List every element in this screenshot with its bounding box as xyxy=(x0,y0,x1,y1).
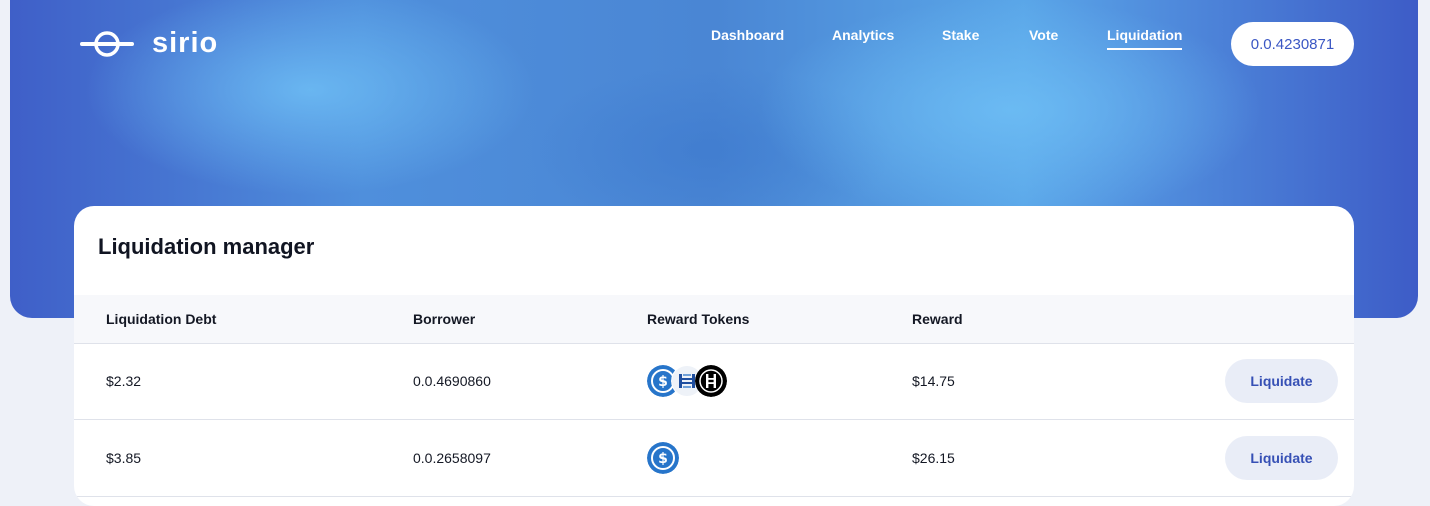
nav-dashboard[interactable]: Dashboard xyxy=(711,27,784,48)
nav-analytics[interactable]: Analytics xyxy=(832,27,894,48)
sirio-logo[interactable]: sirio xyxy=(80,27,218,60)
page-title: Liquidation manager xyxy=(98,234,315,259)
usdc-icon: $ xyxy=(647,442,679,474)
nav-stake[interactable]: Stake xyxy=(942,27,979,48)
column-header-debt: Liquidation Debt xyxy=(106,311,217,327)
liquidation-debt: $3.85 xyxy=(106,450,142,466)
nav-vote[interactable]: Vote xyxy=(1029,27,1058,48)
svg-text:$: $ xyxy=(658,451,668,467)
liquidate-button[interactable]: Liquidate xyxy=(1225,359,1338,403)
liquidation-manager-card: Liquidation manager Liquidation Debt Bor… xyxy=(74,206,1354,506)
reward-tokens: $ xyxy=(647,365,727,397)
column-header-borrower: Borrower xyxy=(413,311,476,327)
sirio-logo-icon xyxy=(80,30,134,57)
nav-liquidation[interactable]: Liquidation xyxy=(1107,27,1183,50)
liquidate-button[interactable]: Liquidate xyxy=(1225,436,1338,480)
borrower-id: 0.0.2658097 xyxy=(413,450,491,466)
borrower-id: 0.0.4690860 xyxy=(413,373,491,389)
svg-text:$: $ xyxy=(658,374,668,390)
column-header-reward-tokens: Reward Tokens xyxy=(647,311,750,327)
liquidation-debt: $2.32 xyxy=(106,373,142,389)
hbar-icon xyxy=(695,365,727,397)
account-button[interactable]: 0.0.4230871 xyxy=(1231,22,1354,66)
table-row: $2.32 0.0.4690860 $ $14.75 Liquidate xyxy=(74,343,1354,420)
reward-amount: $14.75 xyxy=(912,373,955,389)
table-row: $3.85 0.0.2658097 $ $26.15 Liquidate xyxy=(74,420,1354,497)
table-header: Liquidation Debt Borrower Reward Tokens … xyxy=(74,295,1354,344)
column-header-reward: Reward xyxy=(912,311,963,327)
reward-tokens: $ xyxy=(647,442,679,474)
reward-amount: $26.15 xyxy=(912,450,955,466)
brand-name: sirio xyxy=(152,27,219,59)
